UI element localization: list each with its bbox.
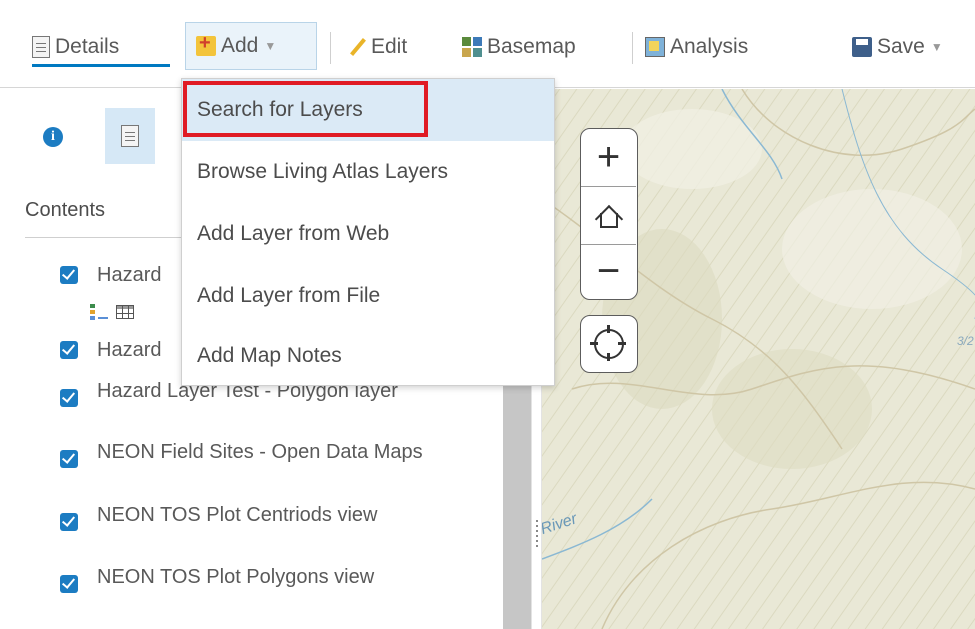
home-icon [594,201,624,231]
chevron-down-icon: ▼ [930,40,943,54]
contents-heading: Contents [25,199,106,221]
basemap-button[interactable]: Basemap [462,22,576,72]
zoom-out-button[interactable]: − [581,243,636,300]
details-icon [32,36,50,58]
add-button[interactable]: Add ▼ [185,22,317,70]
table-icon[interactable] [116,305,134,319]
layer-label: Hazard [97,264,162,286]
crosshair-icon [590,325,626,361]
details-label: Details [55,35,120,58]
menu-item-add-layer-from-file[interactable]: Add Layer from File [182,265,554,327]
analysis-label: Analysis [670,35,749,58]
legend-icon[interactable] [90,304,108,320]
zoom-control: + − [580,128,638,300]
save-label: Save [877,35,925,58]
layer-label: NEON TOS Plot Polygons view [97,566,375,588]
menu-item-add-layer-from-web[interactable]: Add Layer from Web [182,203,554,265]
locate-button[interactable] [580,315,638,373]
layer-label: NEON TOS Plot Centriods view [97,504,378,526]
edit-label: Edit [371,35,408,58]
basemap-grid-icon [462,37,482,57]
zoom-in-button[interactable]: + [581,129,636,186]
layer-checkbox[interactable] [60,266,78,284]
details-active-underline [32,64,170,67]
analysis-button[interactable]: Analysis [645,22,748,72]
menu-item-add-map-notes[interactable]: Add Map Notes [182,325,554,387]
layer-checkbox[interactable] [60,513,78,531]
info-icon[interactable]: i [43,127,63,147]
content-tab-button[interactable] [105,108,155,164]
layer-checkbox[interactable] [60,450,78,468]
layer-checkbox[interactable] [60,341,78,359]
layer-label: Hazard [97,339,162,361]
save-icon [852,37,872,57]
map-toolbar: Details Add ▼ Edit Basemap Analysis Save… [0,0,975,88]
map-label: 3/2 [957,334,974,348]
save-button[interactable]: Save ▼ [852,22,943,72]
layer-checkbox[interactable] [60,389,78,407]
splitter-grip-icon[interactable] [536,520,538,548]
layer-checkbox[interactable] [60,575,78,593]
content-list-icon [121,125,139,147]
toolbar-divider [330,32,331,64]
add-icon [196,32,216,56]
menu-item-browse-living-atlas-layers[interactable]: Browse Living Atlas Layers [182,141,554,203]
basemap-label: Basemap [487,35,576,58]
pencil-icon [348,37,366,57]
annotation-highlight-box [183,81,428,137]
edit-button[interactable]: Edit [348,22,407,72]
chevron-down-icon: ▼ [264,39,277,53]
analysis-icon [645,37,665,57]
layer-tools [90,301,170,323]
layer-label: NEON Field Sites - Open Data Maps [97,441,423,463]
toolbar-divider [632,32,633,64]
add-label: Add [221,34,259,57]
home-button[interactable] [581,186,636,245]
